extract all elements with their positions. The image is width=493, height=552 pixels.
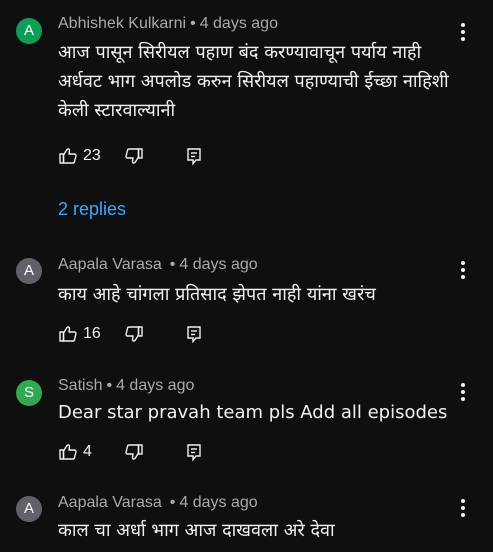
like-count: 4: [83, 443, 92, 460]
view-replies-button[interactable]: 2 replies: [58, 199, 126, 220]
thumb-down-icon: [125, 444, 143, 460]
comment-actions: 23: [58, 144, 218, 168]
separator: •: [169, 256, 176, 273]
dislike-button[interactable]: [124, 144, 144, 168]
comment-meta: Aapala Varasa • 4 days ago: [58, 256, 258, 274]
comment-text: काय आहे चांगला प्रतिसाद झेपत नाही यांना …: [58, 284, 376, 305]
avatar[interactable]: A: [16, 18, 42, 44]
comment-meta: Satish • 4 days ago: [58, 377, 194, 395]
avatar[interactable]: A: [16, 496, 42, 522]
thumb-down-icon: [125, 148, 143, 164]
separator: •: [106, 377, 113, 394]
reply-button[interactable]: [186, 144, 202, 168]
separator: •: [190, 15, 196, 32]
timestamp[interactable]: 4 days ago: [179, 256, 257, 273]
reply-icon: [187, 148, 201, 166]
comment-meta: Abhishek Kulkarni • 4 days ago: [58, 15, 278, 33]
author-name[interactable]: Aapala Varasa: [58, 256, 162, 273]
like-count: 16: [83, 325, 101, 342]
thumb-up-icon: [59, 148, 77, 164]
like-count: 23: [83, 147, 101, 164]
more-vert-icon[interactable]: [455, 258, 471, 282]
dislike-button[interactable]: [124, 322, 144, 346]
comment-actions: 16: [58, 322, 218, 346]
comment-text: Dear star pravah team pls Add all episod…: [58, 402, 448, 423]
reply-button[interactable]: [186, 322, 202, 346]
reply-icon: [187, 444, 201, 462]
reply-button[interactable]: [186, 440, 202, 464]
like-button[interactable]: 23: [58, 144, 101, 168]
like-button[interactable]: 4: [58, 440, 92, 464]
avatar[interactable]: A: [16, 258, 42, 284]
dislike-button[interactable]: [124, 440, 144, 464]
avatar[interactable]: S: [16, 380, 42, 406]
comment-text: काल चा अर्धा भाग आज दाखवला अरे देवा: [58, 520, 335, 541]
author-name[interactable]: Satish: [58, 377, 102, 394]
like-button[interactable]: 16: [58, 322, 101, 346]
comment-actions: 4: [58, 440, 218, 464]
separator: •: [169, 494, 176, 511]
comment-meta: Aapala Varasa • 4 days ago: [58, 494, 258, 512]
thumb-up-icon: [59, 444, 77, 460]
timestamp[interactable]: 4 days ago: [179, 494, 257, 511]
thumb-down-icon: [125, 326, 143, 342]
thumb-up-icon: [59, 326, 77, 342]
reply-icon: [187, 326, 201, 344]
comment-text: आज पासून सिरीयल पहाण बंद करण्यावाचून पर्…: [58, 42, 449, 121]
timestamp[interactable]: 4 days ago: [116, 377, 194, 394]
author-name[interactable]: Aapala Varasa: [58, 494, 162, 511]
timestamp[interactable]: 4 days ago: [200, 15, 278, 32]
author-name[interactable]: Abhishek Kulkarni: [58, 15, 186, 32]
